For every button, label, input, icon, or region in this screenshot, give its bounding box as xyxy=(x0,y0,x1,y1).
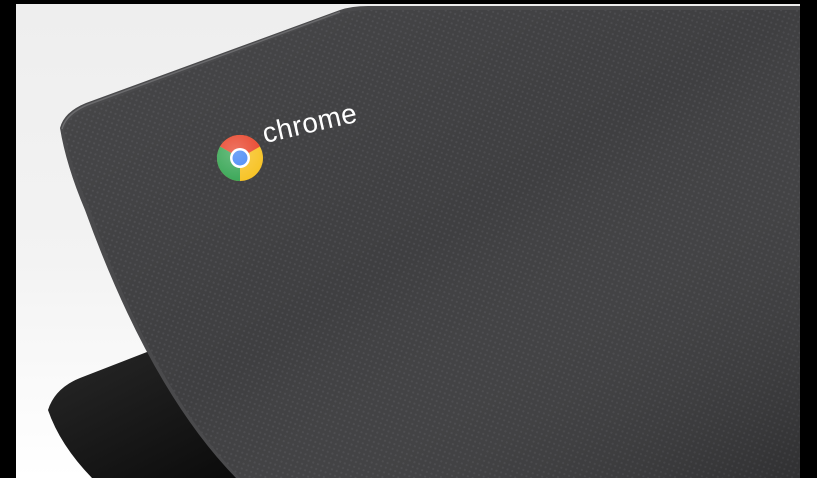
chrome-logo-icon xyxy=(216,134,263,182)
right-border xyxy=(800,0,817,478)
top-border xyxy=(16,0,817,4)
laptop xyxy=(16,0,817,478)
photo-scene: chrome xyxy=(0,0,817,478)
